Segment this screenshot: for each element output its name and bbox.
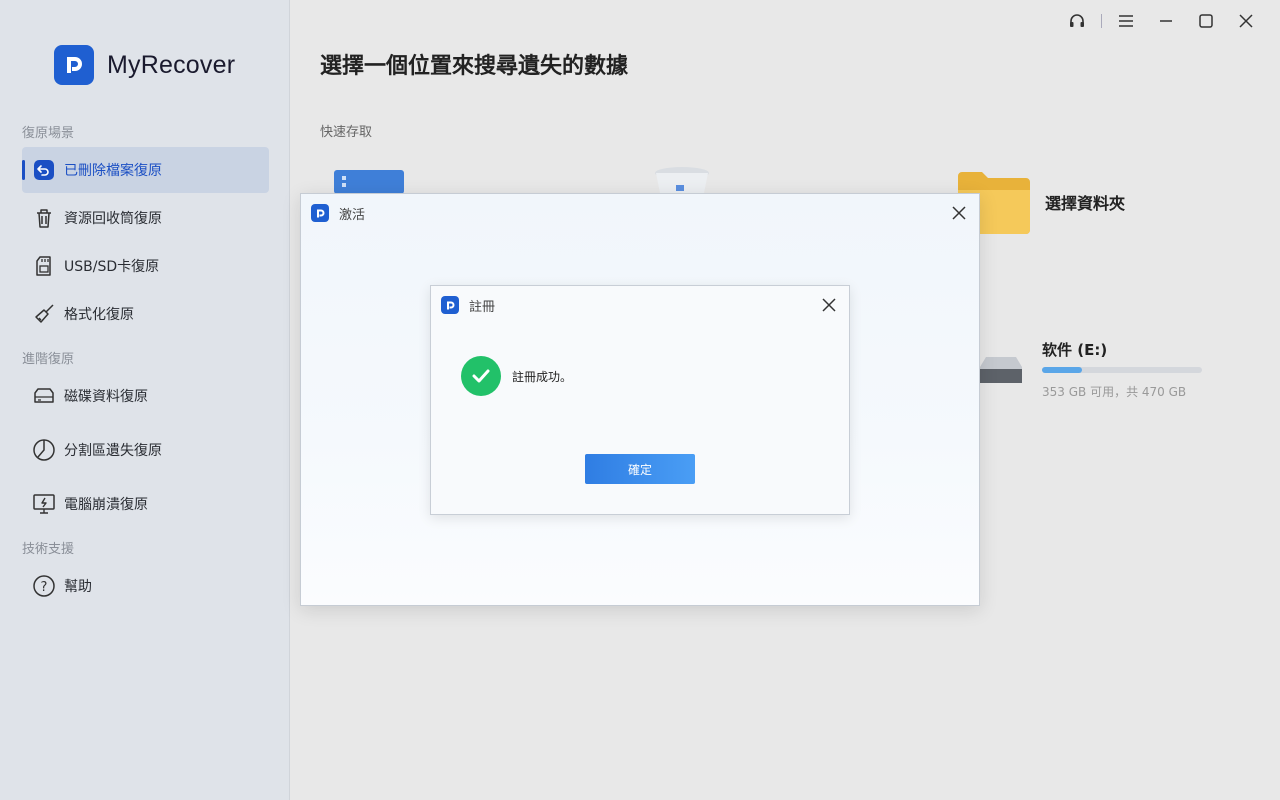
sd-card-icon <box>32 254 56 278</box>
quick-access-label: 快速存取 <box>320 125 373 140</box>
sidebar-item-label: 磁碟資料復原 <box>64 389 148 405</box>
sidebar-item-disk-recovery[interactable]: 磁碟資料復原 <box>22 373 269 419</box>
close-icon[interactable] <box>819 295 839 315</box>
sidebar-item-partition-recovery[interactable]: 分割區遺失復原 <box>22 427 269 473</box>
sidebar-item-deleted-file-recovery[interactable]: 已刪除檔案復原 <box>22 147 269 193</box>
drive-usage-bar <box>1042 367 1202 373</box>
sidebar-item-usb-sd-recovery[interactable]: USB/SD卡復原 <box>22 243 269 289</box>
menu-icon[interactable] <box>1106 10 1146 32</box>
sidebar-item-label: 資源回收筒復原 <box>64 211 162 227</box>
select-folder-label[interactable]: 選擇資料夾 <box>1045 190 1125 214</box>
success-check-icon <box>461 356 501 396</box>
app-logo-icon <box>441 296 459 314</box>
svg-text:?: ? <box>41 580 48 595</box>
success-message: 註冊成功。 <box>512 369 573 384</box>
sidebar-item-recycle-bin-recovery[interactable]: 資源回收筒復原 <box>22 195 269 241</box>
activate-dialog-title: 激活 <box>339 207 366 223</box>
success-message-row: 註冊成功。 <box>461 356 572 396</box>
page-title: 選擇一個位置來搜尋遺失的數據 <box>320 54 629 79</box>
register-dialog-header: 註冊 <box>431 286 849 324</box>
minimize-icon[interactable] <box>1146 10 1186 32</box>
register-dialog-title: 註冊 <box>469 299 496 315</box>
headset-icon[interactable] <box>1057 10 1097 32</box>
monitor-crash-icon <box>32 492 56 516</box>
section-label-advanced-recovery: 進階復原 <box>22 352 75 367</box>
drive-icon[interactable] <box>980 355 1024 389</box>
confirm-button[interactable]: 確定 <box>585 454 695 484</box>
sidebar-item-help[interactable]: ? 幫助 <box>22 563 269 609</box>
section-label-recovery-scenes: 復原場景 <box>22 126 75 141</box>
activate-dialog-header: 激活 <box>301 194 979 232</box>
hard-disk-icon <box>32 384 56 408</box>
titlebar-divider <box>1101 14 1102 28</box>
maximize-icon[interactable] <box>1186 10 1226 32</box>
sidebar-item-label: USB/SD卡復原 <box>64 259 160 275</box>
app-logo: MyRecover <box>54 45 235 85</box>
sidebar-item-label: 格式化復原 <box>64 307 134 323</box>
drive-capacity-info: 353 GB 可用，共 470 GB <box>1042 385 1187 399</box>
sidebar-item-label: 幫助 <box>64 579 92 595</box>
register-dialog: 註冊 註冊成功。 確定 <box>430 285 850 515</box>
app-logo-icon <box>54 45 94 85</box>
sidebar-item-label: 電腦崩潰復原 <box>64 497 148 513</box>
section-label-support: 技術支援 <box>22 542 75 557</box>
app-name: MyRecover <box>107 50 236 79</box>
sidebar-item-crash-recovery[interactable]: 電腦崩潰復原 <box>22 481 269 527</box>
drive-usage-fill <box>1042 367 1082 373</box>
drive-name[interactable]: 软件 (E:) <box>1042 339 1107 360</box>
broom-icon <box>32 302 56 326</box>
close-icon[interactable] <box>949 203 969 223</box>
sidebar-item-label: 已刪除檔案復原 <box>64 163 162 179</box>
help-icon: ? <box>32 574 56 598</box>
close-icon[interactable] <box>1226 10 1266 32</box>
window-controls <box>1057 10 1266 32</box>
trash-icon <box>32 206 56 230</box>
app-logo-icon <box>311 204 329 222</box>
sidebar-item-label: 分割區遺失復原 <box>64 443 162 459</box>
sidebar: MyRecover 復原場景 已刪除檔案復原 資源回收筒復原 USB/SD卡復原… <box>0 0 290 800</box>
sidebar-item-format-recovery[interactable]: 格式化復原 <box>22 291 269 337</box>
partition-icon <box>32 438 56 462</box>
undo-icon <box>32 158 56 182</box>
